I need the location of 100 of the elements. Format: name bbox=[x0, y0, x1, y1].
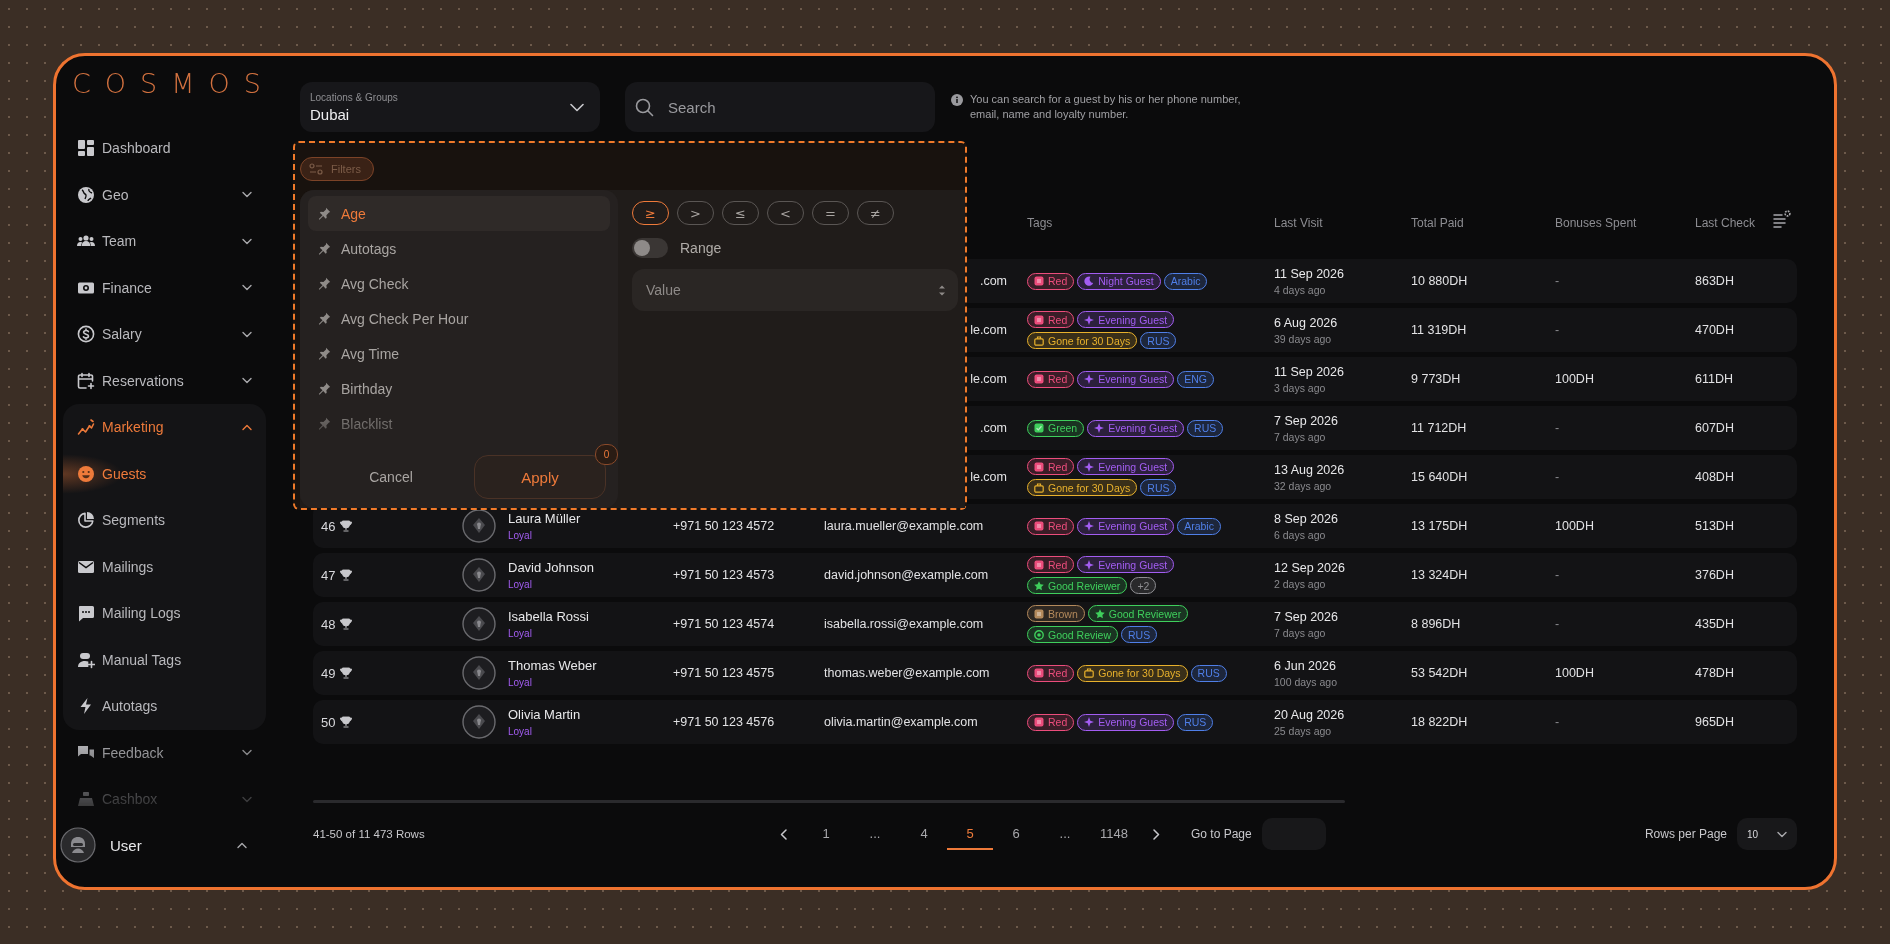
menu-item[interactable]: Finance bbox=[63, 264, 266, 311]
tag-label: Red bbox=[1048, 275, 1068, 287]
table-cell-text: le.com bbox=[969, 372, 1008, 386]
menu-item[interactable]: Geo bbox=[63, 171, 266, 218]
menu-item[interactable]: Reservations bbox=[63, 357, 266, 404]
menu-item[interactable]: Dashboard bbox=[63, 125, 266, 172]
tag-label: Good Reviewer bbox=[1048, 579, 1121, 592]
submenu-item[interactable]: Guests bbox=[63, 450, 266, 497]
visit-ago: 2 days ago bbox=[1274, 577, 1326, 590]
pin-icon bbox=[318, 242, 331, 255]
table-cell-text: +971 50 123 4575 bbox=[673, 666, 776, 680]
row-number: 46 bbox=[321, 518, 336, 534]
table-cell-text: le.com bbox=[969, 470, 1008, 484]
value-field[interactable]: Value bbox=[632, 269, 958, 311]
table-row[interactable]: le.com Red Evening Guest Gone for 30 Days RUS 13 Aug 2026 32 days ago 15 640DH - 408DH bbox=[967, 455, 1797, 499]
table-cell-text: isabella.rossi@example.com bbox=[824, 617, 985, 631]
chevron-left-icon[interactable] bbox=[780, 828, 788, 840]
tag-label: Red bbox=[1048, 313, 1068, 326]
submenu-item[interactable]: Mailing Logs bbox=[63, 590, 266, 637]
visit-ago: 39 days ago bbox=[1274, 332, 1332, 345]
visit-date: 11 Sep 2026 bbox=[1274, 364, 1344, 379]
table-cell-text: 13 324DH bbox=[1411, 568, 1469, 582]
trophy-icon bbox=[340, 716, 353, 728]
column-header: Tags bbox=[1027, 216, 1054, 230]
search-input[interactable]: Search bbox=[666, 97, 921, 117]
table-row[interactable]: 48 Isabella Rossi Loyal +971 50 123 4574 isabella.rossi@example.com Brown Good Reviewer Good Review RUS 7 Sep 2026 7 days ago 8 896DH - 435DH bbox=[313, 602, 1797, 646]
table-row[interactable]: 47 David Johnson Loyal +971 50 123 4573 david.johnson@example.com Red Evening Guest Good Reviewer +2 12 Sep 2026 2 days ago 13 324DH - 376DH bbox=[313, 553, 1797, 597]
table-row[interactable]: le.com Red Evening Guest Gone for 30 Days RUS 6 Aug 2026 39 days ago 11 319DH - 470DH bbox=[967, 308, 1797, 352]
chevron-down-icon bbox=[242, 377, 252, 385]
page-button[interactable]: 1148 bbox=[1091, 818, 1137, 850]
filter-field-item[interactable]: Birthday bbox=[308, 371, 610, 406]
tag-label: Evening Guest bbox=[1098, 558, 1168, 571]
table-cell-text: 53 542DH bbox=[1411, 666, 1469, 680]
location-select[interactable]: Locations & Groups Dubai bbox=[300, 82, 600, 132]
filter-field-item[interactable]: Avg Check Per Hour bbox=[308, 301, 610, 336]
sparkle-icon bbox=[1084, 314, 1095, 325]
page-ellipsis: ... bbox=[868, 824, 882, 843]
search-field[interactable]: Search bbox=[625, 82, 935, 132]
tag-label: Evening Guest bbox=[1098, 373, 1168, 385]
menu-item[interactable]: Salary bbox=[63, 311, 266, 358]
table-cell-text: 607DH bbox=[1695, 421, 1735, 435]
submenu-item[interactable]: Mailings bbox=[63, 543, 266, 590]
rows-per-page-select[interactable]: 10 bbox=[1737, 818, 1797, 850]
column-header: Last Visit bbox=[1274, 216, 1324, 230]
menu-item[interactable]: Team bbox=[63, 218, 266, 265]
sparkle-icon bbox=[1084, 461, 1095, 472]
table-row[interactable]: .com Red Night Guest Arabic 11 Sep 2026 4 days ago 10 880DH - 863DH bbox=[967, 259, 1797, 303]
range-toggle[interactable] bbox=[632, 238, 668, 258]
submenu-item[interactable]: Manual Tags bbox=[63, 636, 266, 683]
checkbox-icon bbox=[1034, 423, 1044, 433]
chevron-right-icon[interactable] bbox=[1152, 828, 1160, 840]
square-icon bbox=[1034, 559, 1044, 570]
sparkle-icon bbox=[1084, 521, 1095, 531]
table-row[interactable]: 49 Thomas Weber Loyal +971 50 123 4575 thomas.weber@example.com Red Gone for 30 Days RUS 6 Jun 2026 100 days ago 53 542DH 100DH 478DH bbox=[313, 651, 1797, 695]
filter-field-item[interactable]: Avg Time bbox=[308, 336, 610, 371]
pie-chart-icon bbox=[77, 511, 95, 530]
submenu-item[interactable]: Autotags bbox=[63, 683, 266, 730]
globe-icon bbox=[77, 185, 95, 204]
column-settings-icon[interactable] bbox=[1773, 210, 1791, 228]
tag-label: Red bbox=[1048, 667, 1068, 679]
tag-label: Arabic bbox=[1184, 520, 1214, 532]
submenu-item[interactable]: Segments bbox=[63, 497, 266, 544]
page-ellipsis: ... bbox=[1058, 824, 1072, 843]
chevron-down-icon bbox=[570, 102, 584, 112]
visit-ago: 7 days ago bbox=[1274, 626, 1326, 639]
table-cell-text: laura.mueller@example.com bbox=[824, 519, 985, 533]
filter-field-item[interactable]: Avg Check bbox=[308, 266, 610, 301]
horizontal-scrollbar[interactable] bbox=[313, 800, 1345, 803]
filter-field-item[interactable]: Age bbox=[308, 196, 610, 231]
cancel-button[interactable]: Cancel bbox=[308, 469, 474, 485]
table-row[interactable]: le.com Red Evening Guest ENG 11 Sep 2026 3 days ago 9 773DH 100DH 611DH bbox=[967, 357, 1797, 401]
pin-icon bbox=[318, 347, 331, 360]
page-button[interactable]: 4 bbox=[901, 818, 947, 850]
avatar-icon bbox=[60, 827, 96, 863]
tag-label: Gone for 30 Days bbox=[1048, 334, 1131, 347]
loyalty-status: Loyal bbox=[508, 628, 532, 639]
visit-date: 12 Sep 2026 bbox=[1274, 560, 1345, 575]
table-cell-text: 408DH bbox=[1695, 470, 1735, 484]
menu-item[interactable]: Marketing bbox=[63, 404, 266, 451]
logo: COSMOS bbox=[72, 68, 275, 100]
tag-label: Night Guest bbox=[1098, 275, 1154, 287]
value-input[interactable]: Value bbox=[644, 281, 938, 299]
briefcase-icon bbox=[1084, 668, 1095, 678]
page-button[interactable]: 5 bbox=[947, 818, 993, 850]
filter-field-item[interactable]: Autotags bbox=[308, 231, 610, 266]
square-icon bbox=[1034, 717, 1044, 727]
tag-label: Evening Guest bbox=[1108, 422, 1178, 434]
menu-item[interactable]: Feedback bbox=[63, 729, 266, 776]
page-button[interactable]: 6 bbox=[993, 818, 1039, 850]
user-menu[interactable]: User bbox=[60, 823, 273, 867]
page-button[interactable]: 1 bbox=[803, 818, 849, 850]
tag-label: ENG bbox=[1184, 373, 1207, 385]
table-cell-text: 11 319DH bbox=[1411, 323, 1468, 337]
avatar-icon bbox=[462, 509, 496, 543]
coin-icon bbox=[77, 325, 95, 344]
table-cell-text: +971 50 123 4572 bbox=[673, 519, 776, 533]
table-row[interactable]: 50 Olivia Martin Loyal +971 50 123 4576 olivia.martin@example.com Red Evening Guest RUS 20 Aug 2026 25 days ago 18 822DH - 965DH bbox=[313, 700, 1797, 744]
avatar-icon bbox=[462, 705, 496, 739]
table-row[interactable]: 46 Laura Müller Loyal +971 50 123 4572 laura.mueller@example.com Red Evening Guest Arabic 8 Sep 2026 6 days ago 13 175DH 100DH 513DH bbox=[313, 504, 1797, 548]
table-row[interactable]: .com Green Evening Guest RUS 7 Sep 2026 7 days ago 11 712DH - 607DH bbox=[967, 406, 1797, 450]
